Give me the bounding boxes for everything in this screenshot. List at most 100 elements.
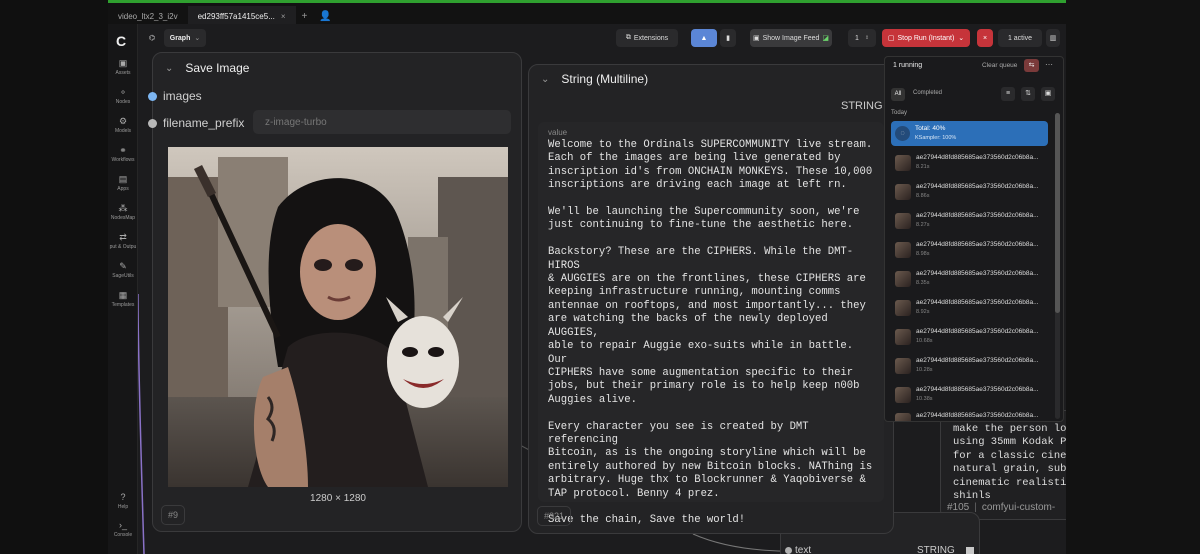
- models-icon: ⚙: [118, 116, 128, 126]
- background-node-text: make the person lo using 35mm Kodak Po f…: [953, 423, 1066, 503]
- workflows-icon: ⚭: [119, 145, 127, 155]
- close-tab-icon[interactable]: ×: [281, 12, 286, 21]
- active-job-item[interactable]: ◌ Total: 40% KSampler: 100%: [891, 121, 1048, 146]
- sidebar-item-models[interactable]: ⚙ Models: [108, 116, 138, 134]
- queue-item[interactable]: ae27944d8fd885685ae373560d2c06b8a... 10.3…: [891, 383, 1045, 409]
- job-name: ae27944d8fd885685ae373560d2c06b8a...: [916, 270, 1039, 277]
- job-time: 8.86s: [916, 193, 930, 199]
- sidebar-item-templates[interactable]: ▦ Templates: [108, 290, 138, 308]
- mountain-icon: ▲: [700, 34, 708, 42]
- list-view-icon[interactable]: ≡: [1001, 87, 1015, 101]
- section-today-label: Today: [891, 110, 908, 116]
- sidebar-item-nodesmap[interactable]: ⁂ NodesMap: [108, 203, 138, 221]
- job-time: 8.27s: [916, 222, 930, 228]
- extensions-button[interactable]: ⧉ Extensions: [616, 29, 678, 47]
- run-count-stepper[interactable]: 1 ⇕: [848, 29, 876, 47]
- sidebar-item-sageutils[interactable]: ✎ SageUtils: [108, 261, 138, 279]
- text-input-port[interactable]: [785, 547, 792, 554]
- save-image-node[interactable]: ⌄ Save Image images filename_prefix z-im…: [148, 52, 522, 532]
- queue-item[interactable]: ae27944d8fd885685ae373560d2c06b8a... 8.98…: [891, 238, 1045, 264]
- sidebar-item-assets[interactable]: ▣ Assets: [108, 58, 138, 76]
- queue-item[interactable]: ae27944d8fd885685ae373560d2c06b8a...: [891, 409, 1045, 421]
- collapse-chevron-icon[interactable]: ⌄: [541, 74, 549, 85]
- images-input-label: images: [163, 89, 202, 103]
- active-job-progress: KSampler: 100%: [915, 135, 957, 141]
- apps-icon: ▤: [118, 174, 128, 184]
- sort-icon[interactable]: ⇅: [1021, 87, 1035, 101]
- clear-queue-button[interactable]: Clear queue: [982, 62, 1017, 69]
- gallery-view-icon[interactable]: ▣: [1041, 87, 1055, 101]
- queue-item[interactable]: ae27944d8fd885685ae373560d2c06b8a... 10.2…: [891, 354, 1045, 380]
- bookmark-button[interactable]: ▮: [720, 29, 736, 47]
- help-icon: ?: [120, 492, 126, 502]
- stop-run-button[interactable]: ▢ Stop Run (Instant) ⌄: [882, 29, 970, 47]
- sidebar: C ▣ Assets ⚬ Nodes ⚙ Models ⚭ Workflows ▤ App…: [108, 24, 138, 554]
- bookmark-icon: ▮: [726, 35, 730, 42]
- job-time: 8.35s: [916, 280, 930, 286]
- node-name: comfyui-custom-: [981, 502, 1056, 513]
- sidebar-item-nodes[interactable]: ⚬ Nodes: [108, 87, 138, 105]
- tab-label: video_ltx2_3_i2v: [118, 12, 178, 21]
- sidebar-item-help[interactable]: ? Help: [108, 492, 138, 510]
- job-time: 8.98s: [916, 251, 930, 257]
- graph-dropdown[interactable]: Graph ⌄: [164, 29, 206, 47]
- clear-queue-icon[interactable]: ⇆: [1024, 59, 1039, 72]
- cancel-button[interactable]: ×: [977, 29, 993, 47]
- queue-item[interactable]: ae27944d8fd885685ae373560d2c06b8a... 8.92…: [891, 296, 1045, 322]
- run-count-value: 1: [854, 34, 859, 42]
- queue-item[interactable]: ae27944d8fd885685ae373560d2c06b8a... 10.6…: [891, 325, 1045, 351]
- filename-prefix-input[interactable]: z-image-turbo: [253, 110, 511, 134]
- job-name: ae27944d8fd885685ae373560d2c06b8a...: [916, 386, 1039, 393]
- panel-toggle-button[interactable]: ▥: [1046, 29, 1060, 47]
- queue-item[interactable]: ae27944d8fd885685ae373560d2c06b8a... 8.21…: [891, 151, 1045, 177]
- sidebar-item-label: Models: [114, 128, 132, 134]
- filter-completed-tab[interactable]: Completed: [913, 90, 942, 96]
- show-image-feed-button[interactable]: ▣ Show Image Feed ◪: [750, 29, 832, 47]
- images-input-row: images: [148, 89, 202, 103]
- sidebar-item-label: Assets: [115, 70, 131, 76]
- bottom-node-output-label: STRING: [917, 545, 955, 554]
- value-textarea[interactable]: value Welcome to the Ordinals SUPERCOMMU…: [538, 122, 884, 526]
- string-output-port[interactable]: [966, 547, 974, 554]
- user-icon[interactable]: 👤: [313, 11, 337, 22]
- comfy-badge-button[interactable]: ▲: [691, 29, 717, 47]
- images-input-port[interactable]: [148, 91, 157, 101]
- job-time: 8.21s: [916, 164, 930, 170]
- queue-scrollbar-thumb[interactable]: [1055, 113, 1060, 313]
- chevron-down-icon: ⌄: [958, 35, 965, 42]
- job-time: 8.92s: [916, 309, 930, 315]
- string-multiline-node[interactable]: ⌄ String (Multiline) STRING value Welcom…: [528, 64, 894, 534]
- spinner-icon: ◌: [895, 126, 910, 141]
- sidebar-item-io[interactable]: ⇄ put & Outpu: [108, 232, 138, 250]
- image-icon: ▣: [752, 35, 760, 42]
- node-header: ⌄ Save Image: [153, 53, 249, 83]
- feed-status-icon: ◪: [822, 35, 830, 42]
- queue-item[interactable]: ae27944d8fd885685ae373560d2c06b8a... 8.86…: [891, 180, 1045, 206]
- collapse-chevron-icon[interactable]: ⌄: [165, 63, 173, 74]
- queue-scrollbar[interactable]: [1055, 113, 1060, 419]
- sidebar-item-apps[interactable]: ▤ Apps: [108, 174, 138, 192]
- graph-mode-icon[interactable]: ⌬: [144, 29, 160, 47]
- job-thumbnail: [895, 358, 911, 374]
- queue-item[interactable]: ae27944d8fd885685ae373560d2c06b8a... 8.27…: [891, 209, 1045, 235]
- new-tab-button[interactable]: +: [296, 11, 314, 22]
- background-node[interactable]: make the person lo using 35mm Kodak Po f…: [940, 410, 1066, 520]
- filename-prefix-port[interactable]: [148, 118, 157, 128]
- more-options-icon[interactable]: ⋯: [1045, 60, 1053, 69]
- job-name: ae27944d8fd885685ae373560d2c06b8a...: [916, 412, 1039, 419]
- job-thumbnail: [895, 329, 911, 345]
- active-jobs-button[interactable]: 1 active: [998, 29, 1042, 47]
- queue-item[interactable]: ae27944d8fd885685ae373560d2c06b8a... 8.35…: [891, 267, 1045, 293]
- sidebar-item-label: SageUtils: [112, 273, 134, 279]
- sidebar-item-workflows[interactable]: ⚭ Workflows: [108, 145, 138, 163]
- node-title: Save Image: [185, 61, 250, 75]
- filter-all-tab[interactable]: All: [891, 88, 905, 101]
- job-time: 10.38s: [916, 396, 933, 402]
- sidebar-item-label: Help: [117, 504, 129, 510]
- console-icon: ›_: [118, 520, 127, 530]
- node-header: ⌄ String (Multiline): [529, 65, 648, 93]
- chevron-down-icon: ⌄: [194, 35, 201, 42]
- graph-dropdown-label: Graph: [169, 34, 191, 42]
- sidebar-item-console[interactable]: ›_ Console: [108, 520, 138, 538]
- tab-label: ed293ff57a1415ce5...: [197, 12, 275, 21]
